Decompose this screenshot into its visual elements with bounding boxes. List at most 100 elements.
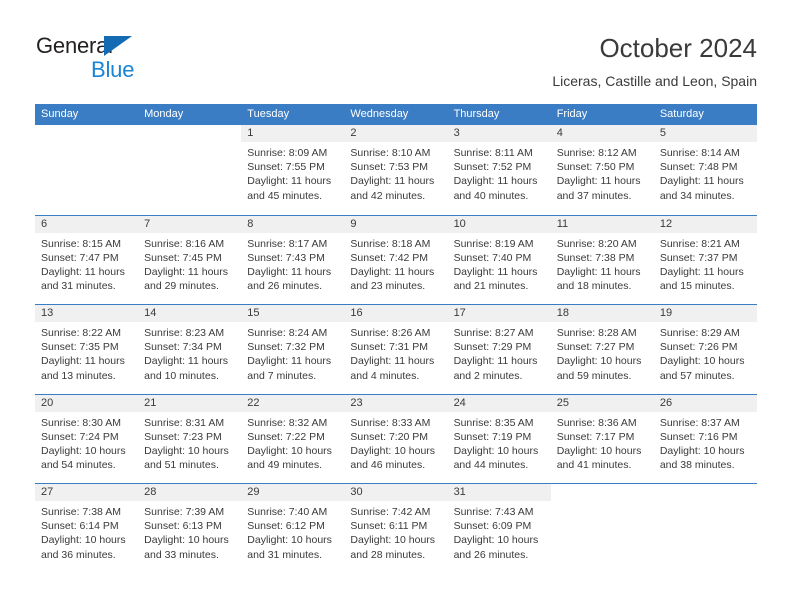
day-cell[interactable]: 17 Sunrise: 8:27 AM Sunset: 7:29 PM Dayl… [447, 305, 551, 394]
day-cell[interactable]: 24 Sunrise: 8:35 AM Sunset: 7:19 PM Dayl… [447, 394, 551, 483]
sunrise-text: Sunrise: 8:12 AM [556, 147, 637, 159]
day-cell[interactable]: 21 Sunrise: 8:31 AM Sunset: 7:23 PM Dayl… [138, 394, 242, 483]
day-cell[interactable]: 30 Sunrise: 7:42 AM Sunset: 6:11 PM Dayl… [344, 484, 448, 573]
sunrise-text: Sunrise: 8:19 AM [453, 237, 534, 250]
day-number: 6 [41, 217, 48, 230]
day-info: Sunrise: 8:29 AM Sunset: 7:26 PM Dayligh… [654, 322, 757, 383]
day-cell[interactable]: 3 Sunrise: 8:11 AM Sunset: 7:52 PM Dayli… [447, 125, 551, 215]
day-number-band: 7 [138, 215, 242, 233]
day-number-band: 5 [653, 125, 757, 142]
sunrise-text: Sunrise: 8:18 AM [350, 237, 431, 250]
day-cell[interactable]: 8 Sunrise: 8:17 AM Sunset: 7:43 PM Dayli… [241, 215, 345, 304]
day-number: 20 [41, 396, 54, 409]
sunrise-text: Sunrise: 7:39 AM [144, 506, 225, 518]
sunrise-text: Sunrise: 8:32 AM [247, 416, 328, 429]
sunset-text: Sunset: 6:13 PM [144, 520, 222, 533]
day-cell[interactable]: 31 Sunrise: 7:43 AM Sunset: 6:09 PM Dayl… [447, 484, 551, 573]
general-blue-logo[interactable]: General Blue [36, 33, 206, 85]
week-row: 27 Sunrise: 7:38 AM Sunset: 6:14 PM Dayl… [35, 483, 757, 573]
weekday-header-friday: Friday [556, 108, 588, 120]
sunset-text: Sunset: 7:17 PM [556, 430, 635, 443]
day-cell[interactable]: 20 Sunrise: 8:30 AM Sunset: 7:24 PM Dayl… [35, 394, 139, 483]
day-cell[interactable]: 9 Sunrise: 8:18 AM Sunset: 7:42 PM Dayli… [344, 215, 448, 304]
daylight-text: Daylight: 11 hours and 21 minutes. [453, 265, 538, 293]
day-cell[interactable]: 19 Sunrise: 8:29 AM Sunset: 7:26 PM Dayl… [653, 305, 757, 394]
day-cell[interactable]: 29 Sunrise: 7:40 AM Sunset: 6:12 PM Dayl… [241, 484, 345, 573]
daylight-text: Daylight: 11 hours and 7 minutes. [247, 355, 332, 382]
day-cell[interactable]: 15 Sunrise: 8:24 AM Sunset: 7:32 PM Dayl… [241, 305, 345, 394]
daylight-text: Daylight: 11 hours and 37 minutes. [556, 175, 641, 202]
day-info [35, 142, 138, 146]
sunrise-text: Sunrise: 8:30 AM [41, 416, 121, 429]
weekday-header-wednesday: Wednesday [350, 108, 409, 120]
day-info: Sunrise: 8:19 AM Sunset: 7:40 PM Dayligh… [448, 233, 551, 294]
sunset-text: Sunset: 6:12 PM [247, 520, 325, 533]
day-info: Sunrise: 8:28 AM Sunset: 7:27 PM Dayligh… [551, 322, 654, 383]
day-cell[interactable]: 13 Sunrise: 8:22 AM Sunset: 7:35 PM Dayl… [35, 305, 139, 394]
sunrise-text: Sunrise: 7:42 AM [350, 506, 431, 518]
sunset-text: Sunset: 7:43 PM [247, 251, 325, 264]
day-number-band: 10 [447, 215, 551, 233]
day-number-band: 23 [344, 394, 448, 412]
day-cell[interactable]: 16 Sunrise: 8:26 AM Sunset: 7:31 PM Dayl… [344, 305, 448, 394]
day-cell[interactable]: 6 Sunrise: 8:15 AM Sunset: 7:47 PM Dayli… [35, 215, 139, 304]
day-info: Sunrise: 8:26 AM Sunset: 7:31 PM Dayligh… [344, 322, 447, 383]
day-info: Sunrise: 8:16 AM Sunset: 7:45 PM Dayligh… [138, 233, 241, 294]
day-number: 22 [247, 396, 260, 409]
day-number: 10 [453, 217, 466, 230]
day-number-band: 18 [550, 305, 654, 322]
day-cell[interactable]: 27 Sunrise: 7:38 AM Sunset: 6:14 PM Dayl… [35, 484, 139, 573]
day-cell[interactable]: 12 Sunrise: 8:21 AM Sunset: 7:37 PM Dayl… [653, 215, 757, 304]
day-cell[interactable]: 1 Sunrise: 8:09 AM Sunset: 7:55 PM Dayli… [241, 125, 345, 215]
day-info: Sunrise: 8:31 AM Sunset: 7:23 PM Dayligh… [138, 412, 241, 473]
page-title: October 2024 [599, 33, 757, 63]
weekday-header-saturday: Saturday [659, 108, 704, 120]
day-info: Sunrise: 8:09 AM Sunset: 7:55 PM Dayligh… [241, 142, 344, 203]
day-number: 25 [556, 396, 569, 409]
sunrise-text: Sunrise: 7:43 AM [453, 506, 534, 518]
day-number-band: 21 [138, 394, 242, 412]
sunset-text: Sunset: 7:26 PM [659, 341, 738, 354]
day-cell [550, 484, 654, 573]
day-cell[interactable]: 22 Sunrise: 8:32 AM Sunset: 7:22 PM Dayl… [241, 394, 345, 483]
day-cell[interactable]: 11 Sunrise: 8:20 AM Sunset: 7:38 PM Dayl… [550, 215, 654, 304]
daylight-text: Daylight: 11 hours and 31 minutes. [41, 265, 125, 293]
day-cell[interactable]: 25 Sunrise: 8:36 AM Sunset: 7:17 PM Dayl… [550, 394, 654, 483]
day-info: Sunrise: 8:15 AM Sunset: 7:47 PM Dayligh… [35, 233, 138, 294]
day-cell[interactable]: 23 Sunrise: 8:33 AM Sunset: 7:20 PM Dayl… [344, 394, 448, 483]
day-number: 31 [453, 486, 466, 498]
day-info: Sunrise: 7:40 AM Sunset: 6:12 PM Dayligh… [241, 501, 344, 562]
sunset-text: Sunset: 7:29 PM [453, 341, 532, 354]
day-cell[interactable]: 4 Sunrise: 8:12 AM Sunset: 7:50 PM Dayli… [550, 125, 654, 215]
day-number-band: 20 [35, 394, 139, 412]
day-cell[interactable]: 18 Sunrise: 8:28 AM Sunset: 7:27 PM Dayl… [550, 305, 654, 394]
day-cell[interactable]: 26 Sunrise: 8:37 AM Sunset: 7:16 PM Dayl… [653, 394, 757, 483]
day-number: 18 [556, 307, 569, 319]
sunset-text: Sunset: 7:27 PM [556, 341, 635, 354]
day-cell[interactable]: 10 Sunrise: 8:19 AM Sunset: 7:40 PM Dayl… [447, 215, 551, 304]
day-info: Sunrise: 8:22 AM Sunset: 7:35 PM Dayligh… [35, 322, 138, 383]
day-number: 14 [144, 307, 157, 319]
sunset-text: Sunset: 7:16 PM [659, 430, 738, 443]
day-number-band: 19 [653, 305, 757, 322]
day-info: Sunrise: 8:21 AM Sunset: 7:37 PM Dayligh… [654, 233, 757, 294]
daylight-text: Daylight: 11 hours and 2 minutes. [453, 355, 538, 382]
day-info: Sunrise: 8:32 AM Sunset: 7:22 PM Dayligh… [241, 412, 344, 473]
weekday-header-monday: Monday [144, 108, 184, 120]
sunrise-text: Sunrise: 8:31 AM [144, 416, 225, 429]
day-cell[interactable]: 2 Sunrise: 8:10 AM Sunset: 7:53 PM Dayli… [344, 125, 448, 215]
day-number-band: 13 [35, 305, 139, 322]
day-number-band [550, 484, 654, 501]
day-number-band: 15 [241, 305, 345, 322]
day-cell[interactable]: 28 Sunrise: 7:39 AM Sunset: 6:13 PM Dayl… [138, 484, 242, 573]
page-header: General Blue October 2024 Liceras, Casti… [0, 0, 792, 100]
sunrise-text: Sunrise: 8:23 AM [144, 327, 225, 339]
daylight-text: Daylight: 10 hours and 31 minutes. [247, 534, 332, 561]
daylight-text: Daylight: 11 hours and 42 minutes. [350, 175, 435, 202]
day-cell[interactable]: 7 Sunrise: 8:16 AM Sunset: 7:45 PM Dayli… [138, 215, 242, 304]
day-number: 16 [350, 307, 363, 319]
day-cell[interactable]: 5 Sunrise: 8:14 AM Sunset: 7:48 PM Dayli… [653, 125, 757, 215]
day-cell[interactable]: 14 Sunrise: 8:23 AM Sunset: 7:34 PM Dayl… [138, 305, 242, 394]
sunset-text: Sunset: 6:09 PM [453, 520, 532, 533]
calendar-page: General Blue October 2024 Liceras, Casti… [0, 0, 792, 612]
